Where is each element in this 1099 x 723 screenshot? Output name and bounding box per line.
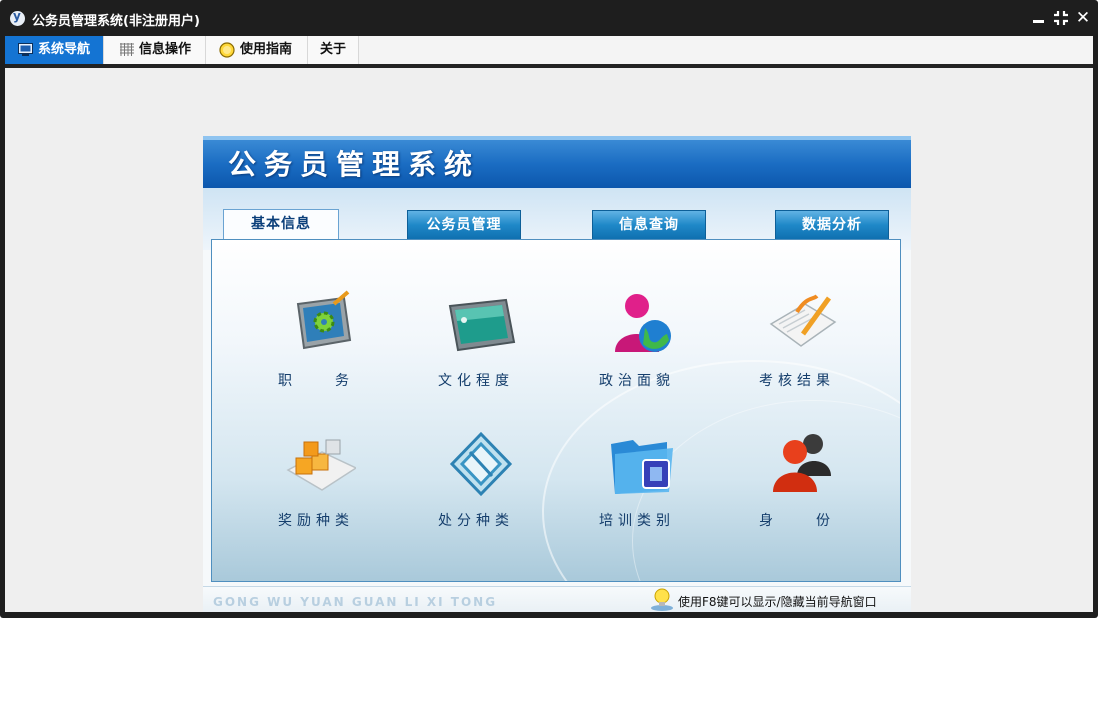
people-icon	[773, 434, 831, 492]
minimize-icon	[1033, 20, 1044, 23]
item-assessment-results[interactable]: 考核结果	[727, 290, 867, 400]
item-position[interactable]: 职 务	[246, 290, 386, 400]
system-banner: 公务员管理系统	[203, 136, 911, 188]
tablet-icon	[448, 298, 516, 352]
item-label: 身 份	[759, 513, 835, 529]
item-label: 职 务	[278, 373, 354, 389]
help-coin-icon	[219, 41, 235, 58]
tab-label: 使用指南	[240, 42, 293, 57]
tab-label: 公务员管理	[426, 217, 502, 233]
footer-hint: 使用F8键可以显示/隐藏当前导航窗口	[651, 588, 877, 611]
menu-tab-bar: 系统导航 信息操作 使用指南 关于	[5, 36, 1093, 68]
footer-brand: GONG WU YUAN GUAN LI XI TONG	[213, 595, 498, 609]
tab-label: 基本信息	[251, 216, 311, 232]
tab-label: 信息操作	[139, 42, 192, 57]
app-window: 公务员管理系统(非注册用户) ✕ 系统导航 信息操作	[0, 0, 1098, 618]
banner-title: 公务员管理系统	[228, 148, 481, 181]
restore-icon	[1054, 11, 1068, 25]
app-logo-icon	[10, 9, 25, 26]
item-reward-types[interactable]: 奖励种类	[246, 430, 386, 540]
item-label: 考核结果	[759, 373, 835, 389]
person-globe-icon	[615, 294, 671, 352]
restore-button[interactable]	[1052, 8, 1070, 28]
tab-about[interactable]: 关于	[308, 36, 359, 64]
client-area: 系统导航 信息操作 使用指南 关于 公务员管理系统 基本信息 公务员管理 信息查…	[5, 36, 1093, 612]
tab-civil-servant-management[interactable]: 公务员管理	[407, 210, 521, 240]
tab-label: 系统导航	[38, 42, 91, 57]
item-label: 奖励种类	[278, 513, 354, 529]
item-training-categories[interactable]: 培训类别	[567, 430, 707, 540]
monitor-icon	[18, 43, 33, 56]
lightbulb-icon	[651, 588, 673, 611]
window-title: 公务员管理系统(非注册用户)	[32, 14, 200, 29]
tab-label: 关于	[320, 42, 347, 57]
tab-data-analysis[interactable]: 数据分析	[775, 210, 889, 240]
document-pen-icon	[769, 294, 837, 347]
folder-icon	[611, 440, 673, 494]
close-button[interactable]: ✕	[1074, 8, 1092, 28]
boxes-icon	[286, 439, 356, 491]
tab-user-guide[interactable]: 使用指南	[206, 36, 308, 64]
tab-information-query[interactable]: 信息查询	[592, 210, 706, 240]
item-label: 政治面貌	[599, 373, 675, 389]
tab-basic-info[interactable]: 基本信息	[223, 209, 339, 240]
hint-text: 使用F8键可以显示/隐藏当前导航窗口	[678, 595, 877, 609]
footer-bar: GONG WU YUAN GUAN LI XI TONG 使用F8键可以显示/隐…	[203, 586, 911, 612]
item-label: 培训类别	[599, 513, 675, 529]
minimize-button[interactable]	[1030, 8, 1048, 28]
close-icon: ✕	[1075, 8, 1091, 28]
tab-system-navigation[interactable]: 系统导航	[5, 36, 104, 64]
gear-monitor-icon	[296, 290, 352, 350]
item-education-level[interactable]: 文化程度	[406, 290, 546, 400]
navigation-panel: 公务员管理系统 基本信息 公务员管理 信息查询 数据分析 职 务 文化程度 政治…	[203, 136, 911, 612]
grid-icon	[120, 43, 134, 56]
diamond-icon	[449, 431, 513, 497]
item-identity[interactable]: 身 份	[727, 430, 867, 540]
item-political-status[interactable]: 政治面貌	[567, 290, 707, 400]
item-punishment-types[interactable]: 处分种类	[406, 430, 546, 540]
tab-information-operations[interactable]: 信息操作	[104, 36, 206, 64]
title-bar[interactable]: 公务员管理系统(非注册用户) ✕	[0, 0, 1098, 36]
basic-info-panel: 职 务 文化程度 政治面貌 考核结果 奖励种类 处分种类 培训类别 身 份	[211, 239, 901, 582]
item-label: 处分种类	[438, 513, 514, 529]
item-label: 文化程度	[438, 373, 514, 389]
tab-label: 信息查询	[619, 217, 679, 233]
tab-label: 数据分析	[802, 217, 862, 233]
